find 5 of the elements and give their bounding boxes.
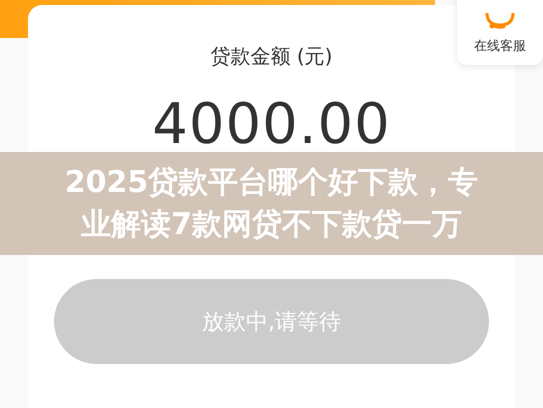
- loan-amount: 4000.00: [152, 92, 391, 157]
- caption-line: 业解读7款网贷不下款贷一万: [81, 206, 462, 244]
- customer-service-button[interactable]: 在线客服: [457, 0, 543, 65]
- caption-line: 2025贷款平台哪个好下款，专: [64, 164, 478, 202]
- amount-label: 贷款金额 (元): [210, 43, 332, 70]
